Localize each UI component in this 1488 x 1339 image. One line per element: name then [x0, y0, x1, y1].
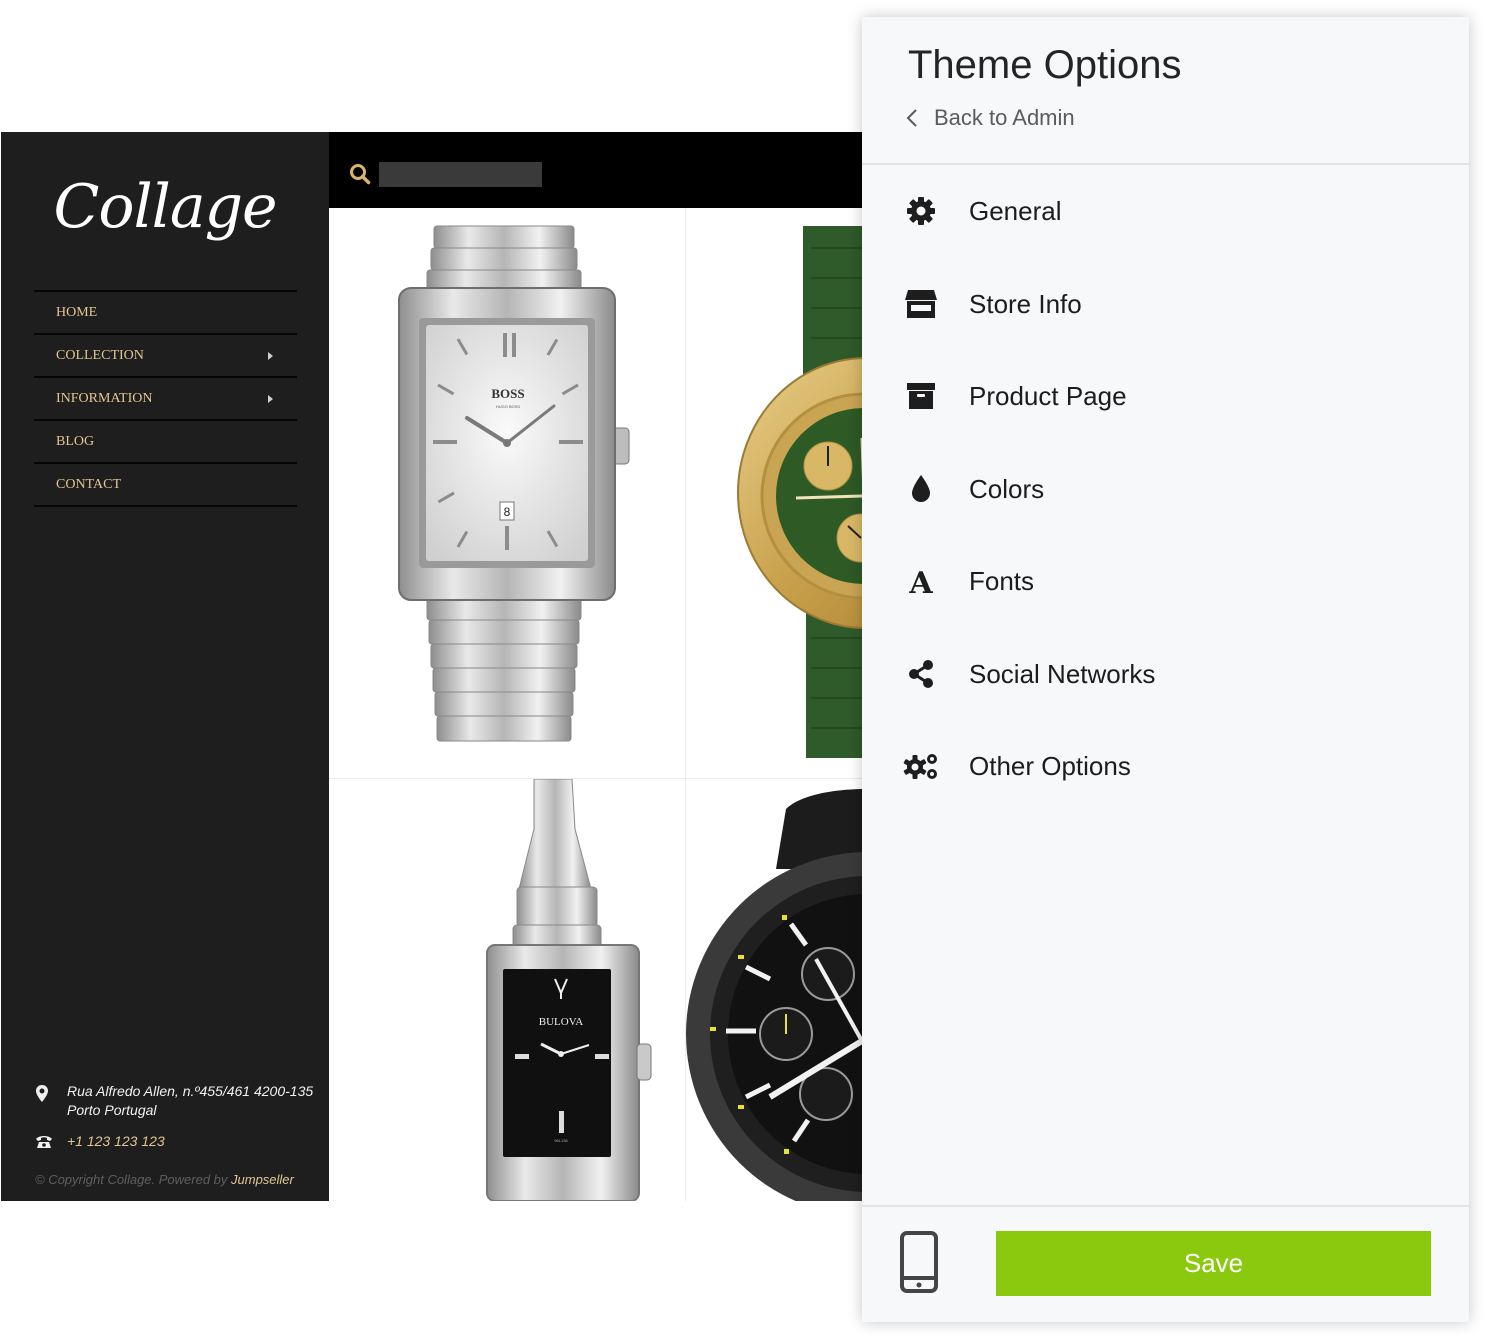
menu-item-fonts[interactable]: A Fonts — [862, 535, 1469, 628]
menu-item-store-info[interactable]: Store Info — [862, 258, 1469, 351]
telephone-icon — [36, 1136, 52, 1148]
back-to-admin-label: Back to Admin — [934, 105, 1075, 130]
jumpseller-link[interactable]: Jumpseller — [231, 1172, 294, 1187]
theme-options-menu: General Store Info Product Page Colors A… — [862, 165, 1469, 813]
contact-phone[interactable]: +1 123 123 123 — [35, 1132, 325, 1151]
product-tile[interactable]: BULOVA 96L138 — [329, 779, 686, 1201]
watch-brand-boss: BOSS — [491, 386, 524, 401]
menu-item-label: Social Networks — [969, 658, 1156, 689]
product-image — [686, 789, 862, 1201]
nav-item-contact[interactable]: CONTACT — [34, 462, 297, 507]
chevron-left-icon — [906, 109, 917, 127]
product-tile[interactable]: BOSS HUGO BOSS 8 — [329, 208, 686, 779]
panel-header: Theme Options Back to Admin — [862, 17, 1469, 165]
nav-item-collection[interactable]: COLLECTION — [34, 333, 297, 376]
panel-title: Theme Options — [908, 43, 1182, 87]
product-image — [737, 226, 862, 758]
store-logo[interactable]: Collage — [1, 172, 329, 242]
watch-brand-sub: HUGO BOSS — [496, 404, 521, 409]
nav-item-information[interactable]: INFORMATION — [34, 376, 297, 419]
store-contact: Rua Alfredo Allen, n.º455/461 4200-135 P… — [35, 1082, 325, 1151]
menu-item-social-networks[interactable]: Social Networks — [862, 628, 1469, 721]
copyright-text: © Copyright Collage. Powered by — [35, 1172, 232, 1187]
product-image: BULOVA 96L138 — [486, 779, 652, 1201]
nav-item-label: CONTACT — [56, 476, 121, 492]
menu-item-label: Colors — [969, 473, 1045, 504]
product-tile[interactable] — [686, 208, 862, 779]
address-line-2: Porto Portugal — [67, 1102, 157, 1118]
menu-item-label: Product Page — [969, 381, 1127, 411]
store-icon — [902, 287, 940, 321]
back-to-admin-link[interactable]: Back to Admin — [906, 105, 1075, 131]
nav-item-label: INFORMATION — [56, 390, 153, 406]
nav-item-label: BLOG — [56, 433, 95, 449]
mobile-phone-icon[interactable] — [900, 1231, 938, 1293]
search-icon[interactable] — [349, 163, 371, 185]
droplet-icon — [902, 472, 940, 506]
map-pin-icon — [36, 1085, 48, 1102]
save-button[interactable]: Save — [996, 1231, 1431, 1296]
watch-brand-bulova: BULOVA — [539, 1016, 583, 1028]
menu-item-general[interactable]: General — [862, 165, 1469, 258]
phone-number: +1 123 123 123 — [67, 1133, 165, 1149]
archive-box-icon — [902, 379, 940, 413]
watch-date: 8 — [504, 505, 511, 519]
store-preview: Collage HOME COLLECTION INFORMATION BLOG… — [1, 132, 862, 1201]
menu-item-product-page[interactable]: Product Page — [862, 350, 1469, 443]
menu-item-other-options[interactable]: Other Options — [862, 720, 1469, 813]
caret-right-icon — [268, 394, 273, 403]
nav-item-blog[interactable]: BLOG — [34, 419, 297, 462]
copyright: © Copyright Collage. Powered by Jumpsell… — [35, 1172, 294, 1187]
address-line-1: Rua Alfredo Allen, n.º455/461 4200-135 — [67, 1083, 314, 1099]
search-input[interactable] — [379, 162, 542, 187]
panel-footer: Save — [862, 1205, 1469, 1324]
store-nav: HOME COLLECTION INFORMATION BLOG CONTACT — [34, 290, 297, 507]
watch-ref: 96L138 — [554, 1138, 568, 1143]
menu-item-label: Other Options — [969, 751, 1131, 781]
gears-icon — [902, 749, 940, 783]
product-image: BOSS HUGO BOSS 8 — [398, 225, 630, 742]
product-tile[interactable] — [686, 779, 862, 1201]
nav-item-label: COLLECTION — [56, 347, 144, 363]
theme-options-panel: Theme Options Back to Admin General Stor… — [862, 17, 1469, 1322]
svg-text:A: A — [908, 567, 933, 595]
contact-address: Rua Alfredo Allen, n.º455/461 4200-135 P… — [35, 1082, 325, 1120]
product-grid: BOSS HUGO BOSS 8 BULOVA 96L138 — [329, 208, 862, 1201]
nav-item-label: HOME — [56, 304, 98, 320]
menu-item-colors[interactable]: Colors — [862, 443, 1469, 536]
menu-item-label: Store Info — [969, 288, 1082, 319]
store-sidebar: Collage HOME COLLECTION INFORMATION BLOG… — [1, 132, 329, 1201]
font-icon: A — [902, 564, 940, 598]
gear-icon — [902, 194, 940, 228]
caret-right-icon — [268, 351, 273, 360]
nav-item-home[interactable]: HOME — [34, 290, 297, 333]
menu-item-label: General — [969, 196, 1062, 226]
share-icon — [902, 657, 940, 691]
search-bar — [329, 132, 862, 208]
menu-item-label: Fonts — [969, 566, 1035, 596]
